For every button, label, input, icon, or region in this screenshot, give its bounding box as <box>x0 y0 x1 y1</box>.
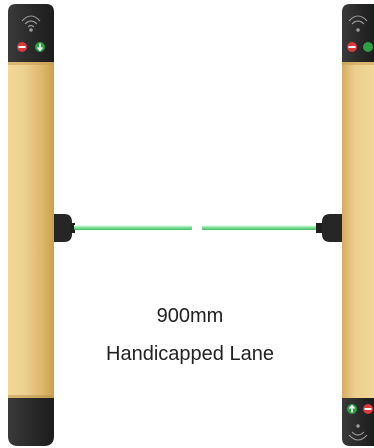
light-beam-right <box>202 225 316 230</box>
right-sensor-head <box>322 214 342 242</box>
turnstile-illustration <box>8 4 374 446</box>
lane-width-label: 900mm <box>156 305 224 327</box>
up-arrow-icon <box>347 404 357 414</box>
left-sensor-head <box>54 214 72 242</box>
down-arrow-icon <box>363 42 373 52</box>
left-bottom-cap <box>8 398 54 446</box>
left-pillar <box>8 4 75 446</box>
lane-type-label: Handicapped Lane <box>106 343 274 365</box>
right-gold-panel <box>342 62 374 398</box>
down-arrow-icon <box>35 42 45 52</box>
right-top-cap <box>342 4 374 62</box>
left-top-cap <box>8 4 54 62</box>
no-entry-icon <box>17 42 27 52</box>
no-entry-icon <box>363 404 373 414</box>
no-entry-icon <box>347 42 357 52</box>
light-beam-left <box>74 225 192 230</box>
left-gold-panel <box>8 62 54 398</box>
right-pillar <box>316 4 374 446</box>
